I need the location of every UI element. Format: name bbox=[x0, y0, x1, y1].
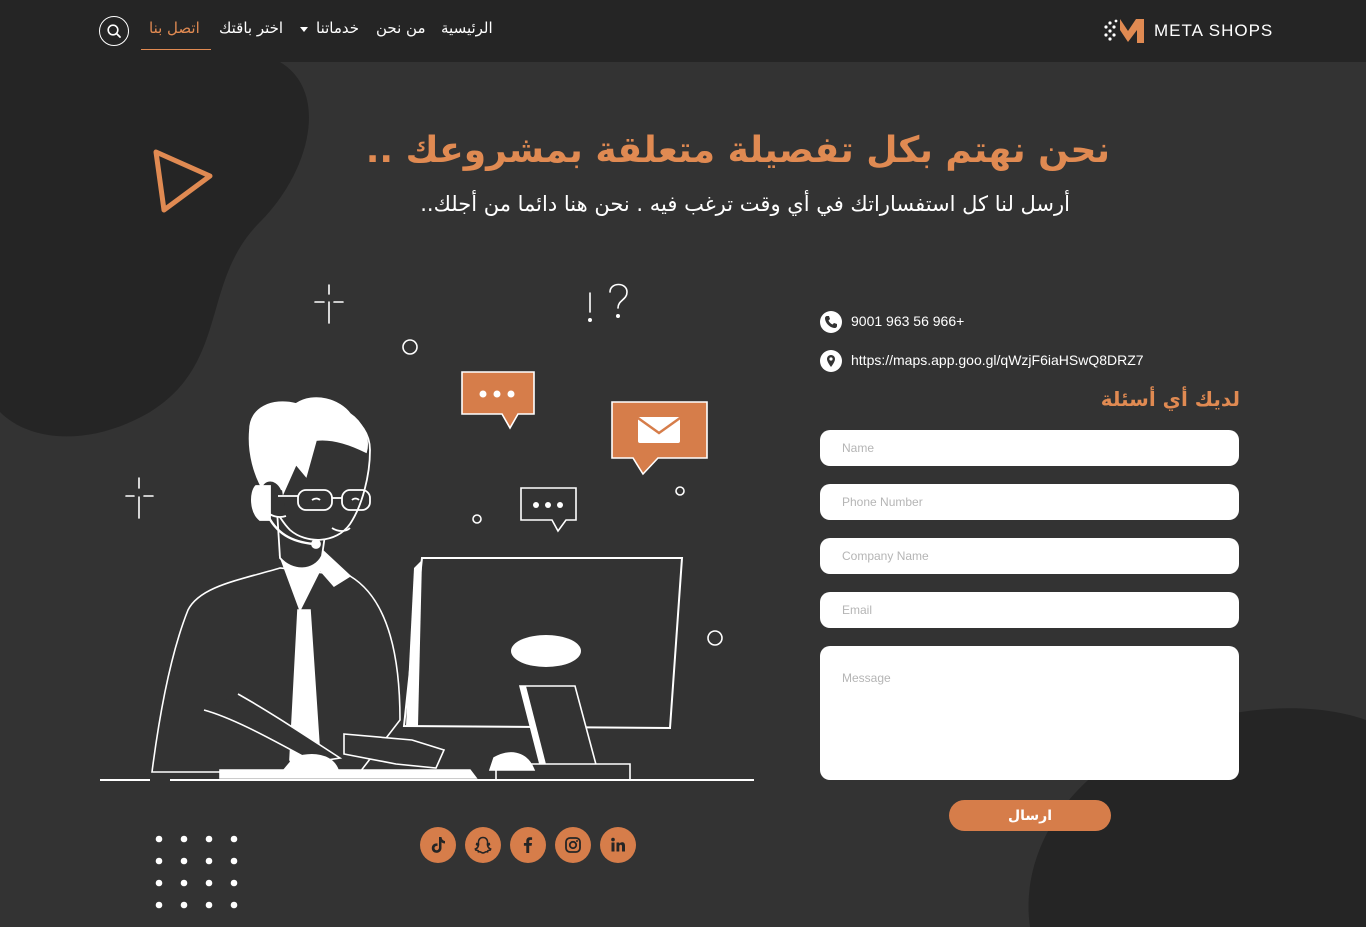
linkedin-icon bbox=[611, 837, 625, 852]
phone-icon bbox=[820, 311, 842, 333]
page-subtitle: أرسل لنا كل استفساراتك في أي وقت ترغب في… bbox=[420, 192, 1070, 216]
contact-map-link[interactable]: https://maps.app.goo.gl/qWzjF6iaHSwQ8DRZ… bbox=[851, 352, 1144, 368]
instagram-icon bbox=[565, 837, 581, 853]
chevron-down-icon[interactable] bbox=[300, 27, 308, 32]
dots-decoration bbox=[155, 835, 238, 909]
contact-phone-row[interactable]: 9001 963 56 966+ bbox=[820, 311, 1240, 335]
message-textarea[interactable] bbox=[820, 646, 1239, 780]
social-instagram[interactable] bbox=[555, 827, 591, 863]
contact-phone: 9001 963 56 966+ bbox=[851, 313, 965, 329]
triangle-decoration-icon bbox=[153, 149, 213, 213]
social-tiktok[interactable] bbox=[420, 827, 456, 863]
social-linkedin[interactable] bbox=[600, 827, 636, 863]
location-pin-icon bbox=[820, 350, 842, 372]
email-input[interactable] bbox=[820, 592, 1239, 628]
nav-link-contact[interactable]: اتصل بنا bbox=[149, 19, 200, 37]
search-button[interactable] bbox=[99, 16, 129, 46]
search-icon bbox=[107, 24, 121, 38]
nav-link-about[interactable]: من نحن bbox=[376, 19, 426, 37]
page-title: نحن نهتم بكل تفصيلة متعلقة بمشروعك .. bbox=[365, 130, 1110, 171]
customer-support-illustration bbox=[100, 283, 754, 781]
tiktok-icon bbox=[431, 837, 445, 853]
nav-link-packages[interactable]: اختر باقتك bbox=[219, 19, 283, 37]
facebook-icon bbox=[523, 837, 533, 853]
contact-location-row[interactable]: https://maps.app.goo.gl/qWzjF6iaHSwQ8DRZ… bbox=[820, 350, 1240, 374]
submit-button[interactable]: ارسال bbox=[949, 800, 1111, 831]
form-title: لديك أي أسئلة bbox=[1100, 387, 1240, 411]
name-input[interactable] bbox=[820, 430, 1239, 466]
active-link-underline bbox=[141, 49, 211, 50]
nav-links: الرئيسية من نحن خدماتنا اختر باقتك اتصل … bbox=[0, 0, 1366, 62]
social-snapchat[interactable] bbox=[465, 827, 501, 863]
snapchat-icon bbox=[474, 836, 492, 854]
navbar: META SHOPS الرئيسية من نحن خدماتنا اختر … bbox=[0, 0, 1366, 62]
nav-link-home[interactable]: الرئيسية bbox=[441, 19, 493, 37]
phone-input[interactable] bbox=[820, 484, 1239, 520]
nav-link-services[interactable]: خدماتنا bbox=[316, 19, 359, 37]
company-input[interactable] bbox=[820, 538, 1239, 574]
social-facebook[interactable] bbox=[510, 827, 546, 863]
